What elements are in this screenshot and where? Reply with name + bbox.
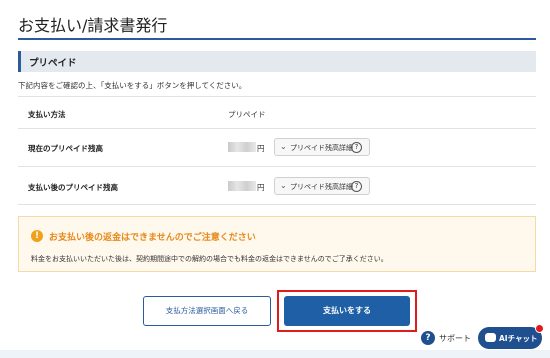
after-balance-detail-button[interactable]: ⌄ プリペイド残高詳細 ? [274, 177, 370, 195]
detail-button-label: プリペイド残高詳細 [290, 183, 353, 191]
notice-title: お支払い後の返金はできませんのでご注意ください [49, 233, 256, 243]
after-balance-label: 支払い後のプリペイド残高 [28, 183, 118, 192]
row-divider [18, 204, 536, 205]
support-label: サポート [439, 334, 471, 343]
after-balance-value-redacted [228, 181, 256, 191]
row-divider [18, 96, 536, 97]
pay-button[interactable]: 支払いをする [284, 296, 410, 326]
help-icon[interactable]: ? [351, 142, 362, 153]
pay-button-highlight: 支払いをする [277, 290, 417, 332]
section-header: プリペイド [18, 51, 536, 72]
footer-band [0, 350, 550, 358]
section-heading: プリペイド [29, 58, 77, 69]
current-balance-detail-button[interactable]: ⌄ プリペイド残高詳細 ? [274, 138, 370, 156]
title-divider [18, 38, 536, 40]
help-circle-icon: ? [421, 331, 435, 345]
row-divider [18, 166, 536, 167]
payment-method-label: 支払い方法 [28, 110, 66, 119]
chevron-down-icon: ⌄ [280, 181, 287, 190]
payment-method-value: プリペイド [228, 110, 266, 119]
notice-body: 料金をお支払いいただいた後は、契約期間途中での解約の場合でも料金の返金はできませ… [31, 255, 388, 263]
help-icon[interactable]: ? [351, 181, 362, 192]
warning-icon: ! [31, 230, 43, 242]
chevron-down-icon: ⌄ [280, 142, 287, 151]
current-balance-unit: 円 [257, 144, 265, 153]
instruction-text: 下記内容をご確認の上、「支払いをする」ボタンを押してください。 [18, 81, 247, 90]
refund-notice: ! お支払い後の返金はできませんのでご注意ください 料金をお支払いいただいた後は… [18, 216, 536, 272]
chat-bubble-icon [485, 333, 496, 342]
back-to-payment-method-button[interactable]: 支払方法選択画面へ戻る [143, 296, 271, 326]
detail-button-label: プリペイド残高詳細 [290, 144, 353, 152]
page-title: お支払い/請求書発行 [18, 16, 168, 35]
notification-dot [535, 324, 544, 333]
row-divider [18, 128, 536, 129]
current-balance-label: 現在のプリペイド残高 [28, 144, 103, 153]
current-balance-value-redacted [228, 142, 256, 152]
ai-chat-button[interactable]: AIチャット [478, 324, 544, 349]
ai-chat-label: AIチャット [499, 334, 538, 343]
after-balance-unit: 円 [257, 183, 265, 192]
